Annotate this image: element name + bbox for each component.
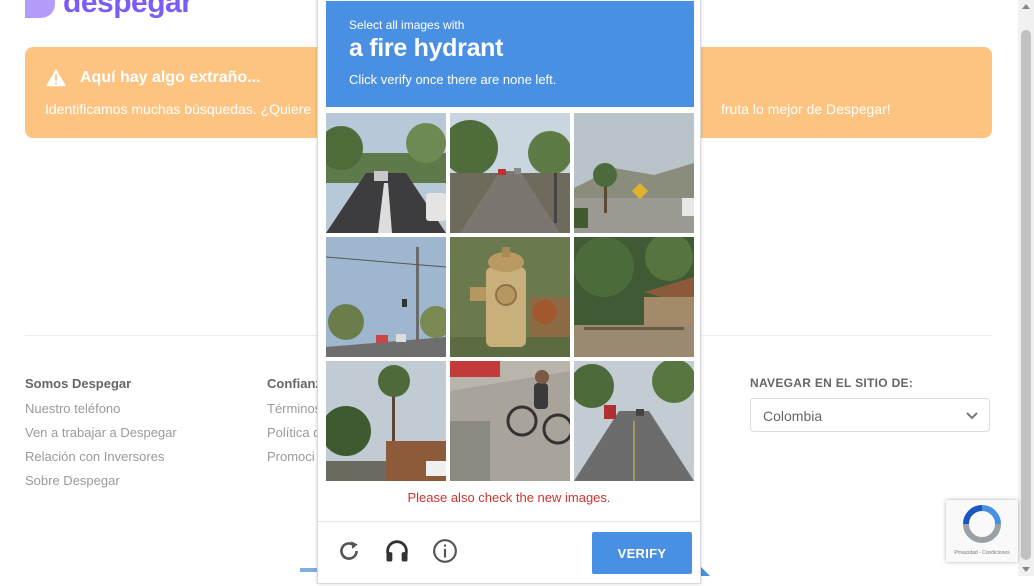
road-with-cars-image	[326, 113, 446, 233]
country-select-value: Colombia	[763, 408, 823, 424]
recaptcha-badge[interactable]: Privacidad - Condiciones	[946, 500, 1018, 562]
info-icon	[433, 539, 457, 563]
image-tile[interactable]	[574, 361, 694, 481]
street-with-power-pole-image	[326, 237, 446, 357]
image-tile[interactable]	[326, 113, 446, 233]
footer-heading: Somos Despegar	[25, 376, 132, 391]
footer-link-sobre[interactable]: Sobre Despegar	[25, 473, 177, 488]
alert-text-left: Identificamos muchas búsquedas. ¿Quiere	[45, 101, 312, 117]
site-selector: NAVEGAR EN EL SITIO DE: Colombia	[750, 376, 990, 432]
image-tile[interactable]	[326, 237, 446, 357]
footer-column-confianza: Confianz Términos Política d Promoci	[267, 376, 322, 473]
roadside-with-palms-image	[574, 113, 694, 233]
audio-icon	[386, 540, 408, 562]
country-select[interactable]: Colombia	[750, 398, 990, 432]
reload-icon	[340, 541, 358, 560]
alert-text: Identificamos muchas búsquedas. ¿Quiere …	[45, 101, 891, 117]
footer-link-inversores[interactable]: Relación con Inversores	[25, 449, 177, 464]
image-tile[interactable]	[450, 361, 570, 481]
residential-street-image	[450, 113, 570, 233]
verify-button[interactable]: VERIFY	[592, 532, 692, 574]
challenge-instruction: Select all images with	[349, 18, 465, 32]
image-tile[interactable]	[326, 361, 446, 481]
image-tile[interactable]	[450, 237, 570, 357]
footer-heading: Confianz	[267, 376, 322, 391]
site-selector-heading: NAVEGAR EN EL SITIO DE:	[750, 376, 914, 390]
footer-link-trabajar[interactable]: Ven a trabajar a Despegar	[25, 425, 177, 440]
info-button[interactable]	[430, 536, 460, 566]
image-grid	[326, 113, 694, 481]
page-scrollbar[interactable]	[1018, 0, 1034, 576]
footer-column-somos: Somos Despegar Nuestro teléfono Ven a tr…	[25, 376, 177, 497]
house-with-palms-image	[574, 237, 694, 357]
scroll-up-icon[interactable]	[1022, 4, 1030, 9]
image-tile[interactable]	[450, 113, 570, 233]
street-with-bus-image	[574, 361, 694, 481]
blue-fragment-right	[700, 566, 710, 576]
challenge-subinstruction: Click verify once there are none left.	[349, 72, 557, 87]
fire-hydrant-closeup-image	[450, 237, 570, 357]
logo-text: despegar	[63, 0, 193, 19]
challenge-error-message: Please also check the new images.	[407, 490, 611, 505]
chevron-down-icon	[966, 412, 978, 420]
brand-logo[interactable]: despegar	[25, 0, 193, 19]
palm-tree-building-image	[326, 361, 446, 481]
man-on-bicycle-image	[450, 361, 570, 481]
scroll-down-icon[interactable]	[1022, 567, 1030, 572]
challenge-target: a fire hydrant	[349, 34, 504, 62]
recaptcha-logo-icon	[963, 505, 1001, 543]
recaptcha-terms[interactable]: Privacidad - Condiciones	[946, 550, 1018, 556]
footer-link-promociones[interactable]: Promoci	[267, 449, 322, 464]
challenge-footer: VERIFY	[318, 521, 700, 586]
logo-mark-icon	[25, 0, 55, 18]
recaptcha-challenge: Select all images with a fire hydrant Cl…	[317, 0, 701, 584]
alert-title: Aquí hay algo extraño...	[80, 69, 261, 86]
footer-link-telefono[interactable]: Nuestro teléfono	[25, 401, 177, 416]
warning-icon	[45, 68, 67, 87]
footer-link-politica[interactable]: Política d	[267, 425, 322, 440]
reload-button[interactable]	[334, 536, 364, 566]
audio-button[interactable]	[382, 536, 412, 566]
image-tile[interactable]	[574, 237, 694, 357]
scrollbar-thumb[interactable]	[1021, 30, 1031, 560]
alert-text-right: fruta lo mejor de Despegar!	[721, 101, 891, 117]
image-tile[interactable]	[574, 113, 694, 233]
footer-link-terminos[interactable]: Términos	[267, 401, 322, 416]
challenge-header: Select all images with a fire hydrant Cl…	[326, 1, 694, 107]
